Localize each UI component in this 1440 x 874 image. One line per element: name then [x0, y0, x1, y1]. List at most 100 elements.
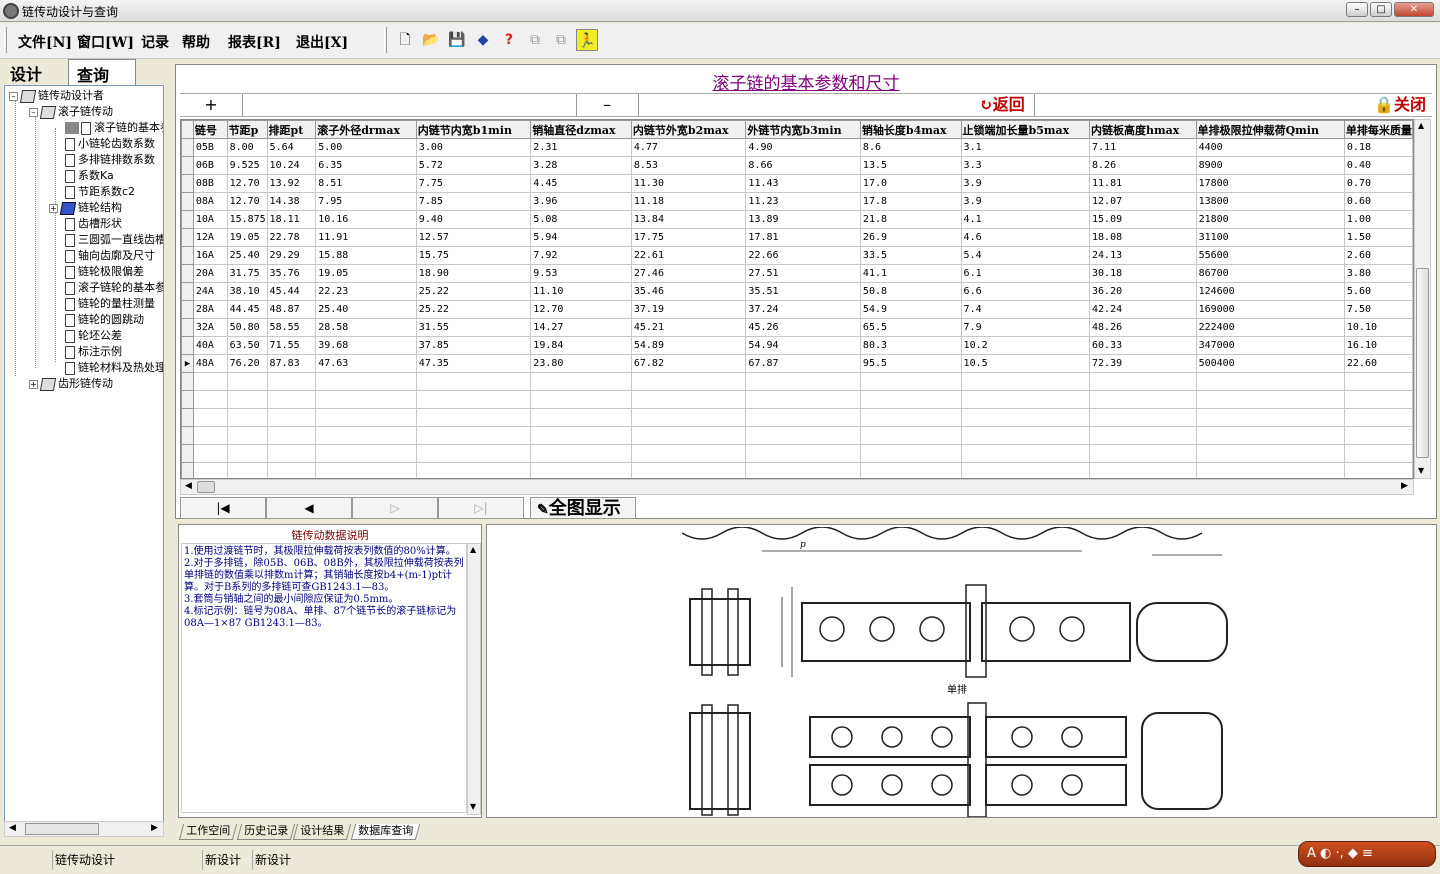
copy-icon[interactable]: ⧉: [524, 29, 546, 51]
table-cell[interactable]: [960, 444, 1091, 463]
table-cell[interactable]: [630, 444, 747, 463]
table-cell[interactable]: 0.70: [1343, 174, 1413, 193]
table-cell[interactable]: [530, 444, 632, 463]
table-cell[interactable]: [226, 444, 268, 463]
tree-item-roller-params[interactable]: 滚子链的基本参数和尺寸: [65, 120, 163, 136]
table-cell[interactable]: [630, 462, 747, 478]
table-cell[interactable]: [960, 408, 1091, 427]
collapse-icon[interactable]: –: [9, 91, 18, 101]
column-header[interactable]: 销轴长度b4max: [859, 120, 962, 139]
table-row[interactable]: 08A 12.70 14.38 7.95 7.85 3.96 11.18 11.23 17.8 3…: [181, 192, 1413, 211]
table-cell[interactable]: 9.53: [530, 264, 632, 283]
table-row[interactable]: [181, 390, 1413, 409]
table-row[interactable]: [181, 372, 1413, 391]
table-cell[interactable]: [266, 390, 317, 409]
scrollbar-thumb[interactable]: [197, 481, 215, 493]
table-row[interactable]: [181, 408, 1413, 427]
table-cell[interactable]: 41.1: [859, 264, 962, 283]
table-cell[interactable]: 8.51: [315, 174, 417, 193]
table-cell[interactable]: 12.70: [226, 174, 268, 193]
row-indicator[interactable]: [181, 390, 194, 409]
close-button[interactable]: 🔒关闭: [1368, 94, 1432, 116]
row-indicator[interactable]: [181, 444, 194, 463]
table-cell[interactable]: 8.6: [859, 138, 962, 157]
table-cell[interactable]: [1195, 390, 1345, 409]
table-cell[interactable]: 08B: [192, 174, 228, 193]
table-cell[interactable]: 13800: [1195, 192, 1345, 211]
tree-silent-chain[interactable]: + 齿形链传动: [29, 376, 113, 392]
column-header[interactable]: 止锁端加长量b5max: [960, 120, 1091, 139]
tree-item[interactable]: 链轮材料及热处理: [65, 360, 163, 376]
row-indicator[interactable]: [181, 138, 194, 157]
table-cell[interactable]: 67.82: [630, 354, 747, 373]
table-cell[interactable]: 48.87: [266, 300, 317, 319]
table-cell[interactable]: 67.87: [745, 354, 861, 373]
table-row[interactable]: 32A 50.80 58.55 28.58 31.55 14.27 45.21 45.26 65…: [181, 318, 1413, 337]
table-cell[interactable]: 31100: [1195, 228, 1345, 247]
table-cell[interactable]: 10.2: [960, 336, 1091, 355]
row-indicator[interactable]: [181, 156, 194, 175]
column-header[interactable]: 排距pt: [266, 120, 317, 139]
table-cell[interactable]: 13.84: [630, 210, 747, 229]
ime-icons[interactable]: A ◐ ·, ◆ ≡: [1307, 846, 1373, 861]
table-cell[interactable]: 33.5: [859, 246, 962, 265]
table-cell[interactable]: 4.45: [530, 174, 632, 193]
table-cell[interactable]: 35.51: [745, 282, 861, 301]
scrollbar-thumb[interactable]: [1416, 268, 1429, 458]
column-header[interactable]: 销轴直径dzmax: [530, 120, 632, 139]
table-cell[interactable]: [1195, 444, 1345, 463]
table-cell[interactable]: [266, 372, 317, 391]
scroll-down-icon[interactable]: ▼: [1418, 466, 1424, 475]
table-cell[interactable]: 40A: [192, 336, 228, 355]
table-cell[interactable]: 10A: [192, 210, 228, 229]
table-row[interactable]: 24A 38.10 45.44 22.23 25.22 11.10 35.46 35.51 50…: [181, 282, 1413, 301]
table-cell[interactable]: [745, 462, 861, 478]
table-cell[interactable]: [266, 444, 317, 463]
column-header[interactable]: 滚子外径drmax: [315, 120, 417, 139]
table-cell[interactable]: 15.875: [226, 210, 268, 229]
row-indicator[interactable]: [181, 372, 194, 391]
delete-row-button[interactable]: –: [576, 94, 638, 116]
table-row[interactable]: 06B 9.525 10.24 6.35 5.72 3.28 8.53 8.66 13.5 3.3…: [181, 156, 1413, 175]
table-cell[interactable]: 1.50: [1343, 228, 1413, 247]
column-header[interactable]: 节距p: [226, 120, 268, 139]
table-cell[interactable]: 19.05: [226, 228, 268, 247]
table-cell[interactable]: 2.60: [1343, 246, 1413, 265]
table-cell[interactable]: [1343, 372, 1413, 391]
table-cell[interactable]: [745, 408, 861, 427]
table-cell[interactable]: 17800: [1195, 174, 1345, 193]
table-cell[interactable]: [315, 372, 417, 391]
full-view-button[interactable]: ✎全图显示: [530, 497, 636, 519]
save-icon[interactable]: 💾: [446, 29, 468, 51]
tree-horizontal-scrollbar[interactable]: ◀ ▶: [4, 821, 164, 837]
maximize-button[interactable]: □: [1370, 2, 1392, 17]
table-cell[interactable]: 19.05: [315, 264, 417, 283]
table-cell[interactable]: 65.5: [859, 318, 962, 337]
table-cell[interactable]: 13.5: [859, 156, 962, 175]
table-cell[interactable]: 7.50: [1343, 300, 1413, 319]
table-cell[interactable]: [745, 372, 861, 391]
table-cell[interactable]: 7.95: [315, 192, 417, 211]
book-icon[interactable]: ◆: [472, 29, 494, 51]
table-row[interactable]: 05B 8.00 5.64 5.00 3.00 2.31 4.77 4.90 8.6 3.1 7.1…: [181, 138, 1413, 157]
table-cell[interactable]: [1089, 390, 1197, 409]
table-cell[interactable]: 17.75: [630, 228, 747, 247]
table-cell[interactable]: [266, 408, 317, 427]
table-cell[interactable]: 27.51: [745, 264, 861, 283]
tree-item[interactable]: 轮坯公差: [65, 328, 122, 344]
table-cell[interactable]: 54.9: [859, 300, 962, 319]
table-cell[interactable]: 7.92: [530, 246, 632, 265]
table-cell[interactable]: 169000: [1195, 300, 1345, 319]
table-cell[interactable]: [315, 444, 417, 463]
table-cell[interactable]: 06B: [192, 156, 228, 175]
table-cell[interactable]: 9.525: [226, 156, 268, 175]
table-cell[interactable]: [530, 408, 632, 427]
tab-design-result[interactable]: 设计结果: [292, 824, 352, 840]
table-cell[interactable]: 12.70: [530, 300, 632, 319]
table-cell[interactable]: 7.4: [960, 300, 1091, 319]
row-indicator[interactable]: ▶: [181, 354, 194, 373]
prev-record-button[interactable]: ◀: [266, 497, 352, 519]
table-cell[interactable]: 7.11: [1089, 138, 1197, 157]
tab-query[interactable]: 查询: [68, 59, 136, 85]
row-indicator[interactable]: [181, 192, 194, 211]
